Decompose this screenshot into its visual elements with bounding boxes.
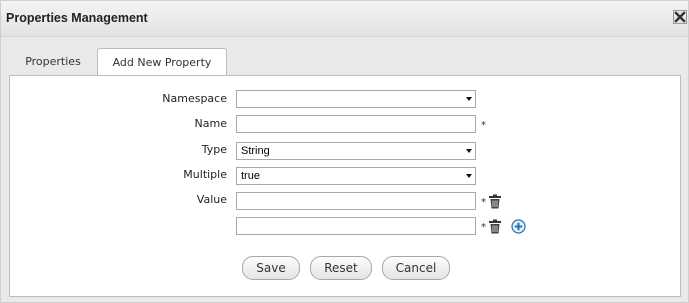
value-input-1[interactable] [236,192,476,210]
close-icon[interactable] [673,10,687,24]
namespace-label: Namespace [162,92,227,105]
chevron-down-icon [466,149,472,153]
multiple-select[interactable]: true [236,167,476,185]
chevron-down-icon [466,97,472,101]
type-value: String [241,145,270,157]
value-label: Value [196,193,227,206]
required-marker: * [481,197,486,208]
required-marker: * [481,222,486,233]
multiple-label: Multiple [183,168,227,181]
properties-dialog: Properties Management Properties Add New… [0,0,689,303]
cancel-button[interactable]: Cancel [382,256,450,280]
dialog-title: Properties Management [6,11,148,25]
tab-add-new-property[interactable]: Add New Property [97,48,227,76]
trash-icon[interactable] [488,219,502,234]
save-button[interactable]: Save [242,256,300,280]
type-select[interactable]: String [236,142,476,160]
namespace-select[interactable] [236,90,476,108]
tab-properties[interactable]: Properties [13,48,93,75]
add-property-panel: Namespace Name * Type String Multiple tr… [9,75,681,297]
name-label: Name [194,117,227,130]
required-marker: * [481,120,486,131]
value-input-2[interactable] [236,217,476,235]
chevron-down-icon [466,174,472,178]
plus-circle-icon[interactable] [511,219,526,234]
dialog-titlebar: Properties Management [1,1,688,37]
multiple-value: true [241,170,260,182]
name-input[interactable] [236,115,476,133]
reset-button[interactable]: Reset [310,256,372,280]
trash-icon[interactable] [488,194,502,209]
type-label: Type [201,143,227,156]
